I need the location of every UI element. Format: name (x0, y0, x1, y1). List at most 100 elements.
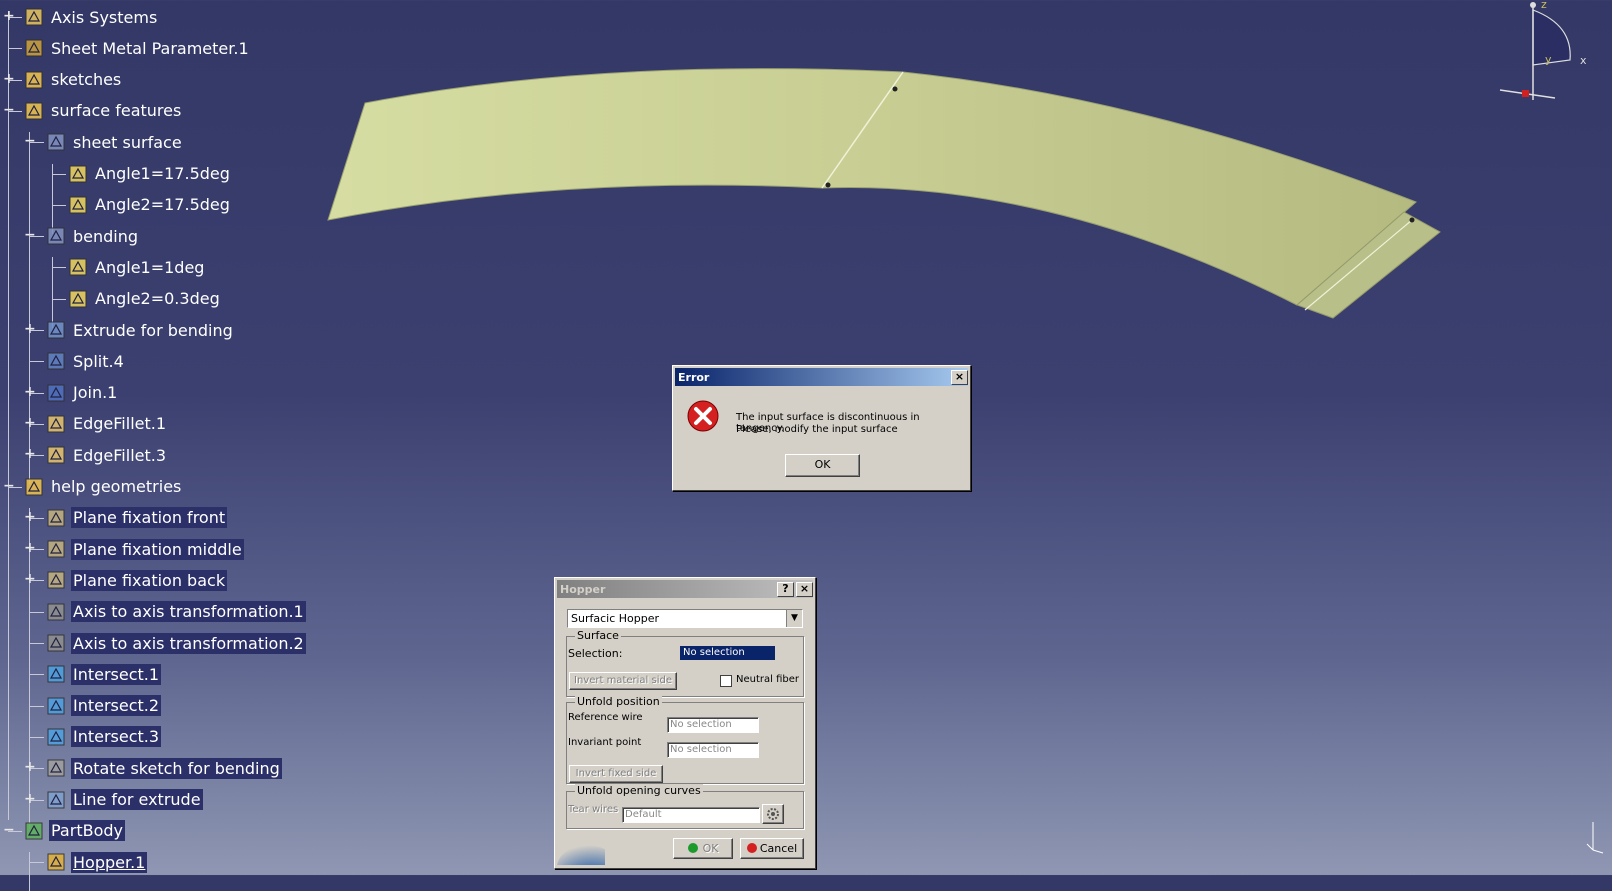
error-icon (687, 400, 719, 432)
tree-item-label: Angle1=1deg (95, 257, 205, 277)
collapse-icon[interactable]: − (3, 479, 15, 493)
tree-item[interactable]: surface features (22, 97, 183, 125)
expand-icon[interactable]: + (24, 792, 36, 806)
collapse-icon[interactable]: − (24, 228, 36, 242)
invariant-point-field[interactable]: No selection (667, 742, 759, 758)
tree-item[interactable]: Axis Systems (22, 3, 159, 31)
hopper-cancel-button[interactable]: Cancel (740, 838, 804, 859)
tree-item[interactable]: Angle2=17.5deg (66, 191, 232, 219)
tree-item-label: bending (73, 226, 139, 246)
plane-icon (44, 568, 68, 592)
tree-item[interactable]: Axis to axis transformation.2 (44, 629, 306, 657)
join-icon (44, 381, 68, 405)
tree-connector-line (29, 611, 44, 613)
parameter-icon (66, 287, 90, 311)
tree-item[interactable]: Angle2=0.3deg (66, 285, 222, 313)
geometrical-set-icon (22, 99, 46, 123)
expand-icon[interactable]: + (24, 541, 36, 555)
intersect-icon (44, 662, 68, 686)
tree-item-label: Line for extrude (71, 789, 203, 810)
tear-wires-field[interactable]: Default (622, 807, 760, 823)
axis-system-icon (22, 5, 46, 29)
expand-icon[interactable]: + (24, 447, 36, 461)
collapse-icon[interactable]: − (24, 134, 36, 148)
surface-vertex[interactable] (825, 182, 831, 188)
tree-item-label: Intersect.1 (71, 663, 162, 685)
edge-fillet-icon (44, 443, 68, 467)
tree-item[interactable]: Hopper.1 (44, 848, 148, 876)
tree-item[interactable]: PartBody (22, 817, 125, 845)
unfold-opening-group-title: Unfold opening curves (575, 784, 703, 797)
surface-vertex[interactable] (1409, 217, 1415, 223)
compass-widget[interactable]: z x y (1495, 0, 1595, 110)
reference-wire-field[interactable]: No selection (667, 717, 759, 733)
expand-icon[interactable]: + (24, 760, 36, 774)
tree-item[interactable]: Angle1=1deg (66, 253, 206, 281)
compass-plane-icon (1532, 9, 1571, 66)
expand-icon[interactable]: + (24, 572, 36, 586)
tree-item[interactable]: Intersect.2 (44, 692, 162, 720)
tree-item[interactable]: sheet surface (44, 128, 184, 156)
tree-item[interactable]: Plane fixation front (44, 504, 228, 532)
expand-icon[interactable]: + (24, 322, 36, 336)
surface-main-face[interactable] (327, 68, 1417, 306)
hopper-ok-button[interactable]: OK (673, 838, 733, 859)
tree-item[interactable]: Angle1=17.5deg (66, 160, 232, 188)
tree-connector-line (29, 361, 44, 363)
tree-item[interactable]: Split.4 (44, 347, 126, 375)
tree-item[interactable]: Extrude for bending (44, 316, 235, 344)
tree-connector-line (8, 48, 22, 50)
tree-item[interactable]: EdgeFillet.3 (44, 441, 168, 469)
tree-item[interactable]: Rotate sketch for bending (44, 754, 282, 782)
collapse-icon[interactable]: − (3, 823, 15, 837)
tear-wires-edit-button[interactable] (762, 804, 784, 824)
tree-item[interactable]: Intersect.1 (44, 660, 162, 688)
invert-fixed-side-button[interactable]: Invert fixed side (569, 765, 663, 783)
surface-feature-icon (44, 224, 68, 248)
tree-connector-line (29, 132, 30, 485)
chevron-down-icon[interactable]: ▼ (786, 610, 802, 627)
hopper-close-button[interactable]: × (796, 581, 813, 597)
help-button[interactable]: ? (777, 581, 794, 597)
hopper-cancel-label: Cancel (759, 842, 798, 855)
tree-item[interactable]: EdgeFillet.1 (44, 410, 168, 438)
tree-connector-line (29, 852, 30, 891)
tree-item-label: Axis to axis transformation.1 (71, 601, 306, 623)
tree-item[interactable]: bending (44, 222, 140, 250)
tree-item-label: surface features (51, 101, 182, 121)
tree-item[interactable]: Axis to axis transformation.1 (44, 598, 306, 626)
error-dialog: Error × The input surface is discontinuo… (672, 365, 971, 491)
tree-item[interactable]: sketches (22, 66, 123, 94)
selection-field[interactable]: No selection (680, 646, 775, 660)
collapse-icon[interactable]: − (3, 103, 15, 117)
gear-icon (767, 808, 779, 820)
expand-icon[interactable]: + (3, 72, 15, 86)
tree-item[interactable]: Plane fixation middle (44, 535, 244, 563)
specification-tree[interactable]: + Axis Systems Sheet Metal Parameter.1 + ske… (0, 0, 306, 891)
error-ok-button[interactable]: OK (785, 454, 860, 477)
expand-icon[interactable]: + (24, 385, 36, 399)
expand-icon[interactable]: + (3, 9, 15, 23)
tree-item-label: Angle2=17.5deg (95, 195, 230, 215)
cancel-icon (746, 843, 757, 853)
hopper-dialog-titlebar[interactable]: Hopper ? × (557, 580, 813, 598)
tree-item-label: Split.4 (73, 351, 124, 371)
expand-icon[interactable]: + (24, 416, 36, 430)
surface-vertex[interactable] (892, 86, 898, 92)
error-close-button[interactable]: × (951, 369, 968, 385)
expand-icon[interactable]: + (24, 510, 36, 524)
hopper-type-select[interactable]: Surfacic Hopper ▼ (567, 609, 803, 628)
tree-item[interactable]: Sheet Metal Parameter.1 (22, 34, 251, 62)
tree-item[interactable]: Plane fixation back (44, 566, 228, 594)
neutral-fiber-checkbox[interactable] (720, 675, 732, 687)
error-message-line2: Please, modify the input surface (736, 424, 898, 435)
edge-fillet-icon (44, 412, 68, 436)
hopper-icon (44, 850, 68, 874)
tree-item[interactable]: Line for extrude (44, 786, 203, 814)
tree-connector-line (52, 173, 66, 175)
tree-item[interactable]: Intersect.3 (44, 723, 162, 751)
tree-item[interactable]: help geometries (22, 473, 183, 501)
invert-material-side-button[interactable]: Invert material side (569, 672, 677, 690)
error-dialog-titlebar[interactable]: Error × (675, 368, 968, 386)
tree-item[interactable]: Join.1 (44, 379, 119, 407)
